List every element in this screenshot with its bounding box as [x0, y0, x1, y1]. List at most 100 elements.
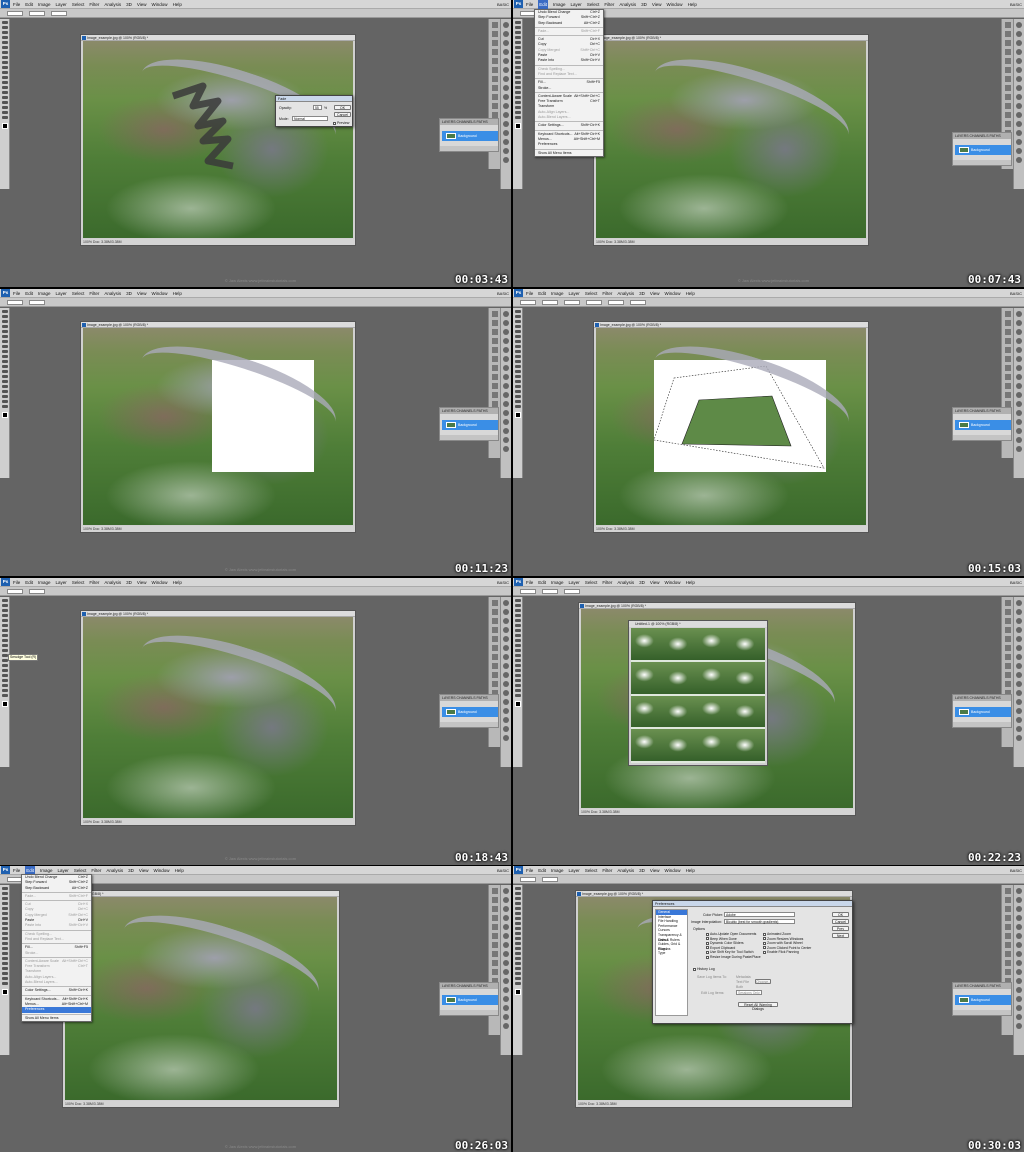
canvas-image[interactable] [65, 897, 337, 1100]
menu-analysis[interactable]: Analysis [106, 866, 123, 875]
choose-button[interactable]: Choose... [755, 979, 771, 984]
menu-3d[interactable]: 3D [126, 578, 132, 587]
menu-file[interactable]: File [13, 289, 20, 298]
menu-window[interactable]: Window [154, 866, 170, 875]
canvas-image[interactable] [83, 617, 353, 818]
foreground-color-swatch[interactable] [2, 412, 8, 418]
option-checkbox[interactable]: Resize Image During Paste/Place [706, 955, 761, 960]
option-field[interactable] [520, 589, 536, 595]
menu-analysis[interactable]: Analysis [617, 289, 634, 298]
canvas-image[interactable] [596, 41, 866, 238]
menu-select[interactable]: Select [585, 866, 598, 875]
workspace-switcher[interactable]: BASIC [497, 578, 509, 587]
menu-window[interactable]: Window [665, 866, 681, 875]
layer-row[interactable]: Background [442, 707, 498, 717]
menu-filter[interactable]: Filter [89, 289, 99, 298]
layer-row[interactable]: Background [955, 995, 1011, 1005]
foreground-color-swatch[interactable] [2, 701, 8, 707]
menu-help[interactable]: Help [686, 289, 695, 298]
menu-image[interactable]: Image [551, 289, 564, 298]
canvas-image[interactable] [596, 328, 866, 525]
menu-analysis[interactable]: Analysis [619, 0, 636, 9]
menu-image[interactable]: Image [38, 0, 51, 9]
layers-panel-tabs[interactable]: LAYERS CHANNELS PATHS [953, 408, 1011, 414]
menu-select[interactable]: Select [585, 578, 598, 587]
transform-bounding-box[interactable] [654, 360, 826, 472]
menu-analysis[interactable]: Analysis [104, 0, 121, 9]
menu-3d[interactable]: 3D [126, 289, 132, 298]
option-checkbox[interactable]: Enable Flick Panning [763, 950, 811, 955]
menu-file[interactable]: File [13, 866, 20, 875]
layer-row[interactable]: Background [442, 995, 498, 1005]
workspace-switcher[interactable]: BASIC [1010, 866, 1022, 875]
menu-edit[interactable]: Edit [538, 578, 546, 587]
edit-log-select[interactable]: Sessions Only [736, 990, 762, 995]
menu-filter[interactable]: Filter [602, 289, 612, 298]
interpolation-select[interactable]: Bicubic (best for smooth gradients) [724, 919, 795, 924]
menu-view[interactable]: View [650, 289, 660, 298]
workspace-switcher[interactable]: BASIC [497, 866, 509, 875]
foreground-color-swatch[interactable] [2, 989, 8, 995]
menu-filter[interactable]: Filter [89, 0, 99, 9]
option-field[interactable] [51, 11, 67, 17]
menu-3d[interactable]: 3D [641, 0, 647, 9]
layer-row[interactable]: Background [955, 145, 1011, 155]
menu-edit[interactable]: Edit [25, 0, 33, 9]
menu-filter[interactable]: Filter [91, 866, 101, 875]
layer-row[interactable]: Background [442, 420, 498, 430]
menu-3d[interactable]: 3D [639, 289, 645, 298]
layers-panel-tabs[interactable]: LAYERS CHANNELS PATHS [440, 408, 498, 414]
option-field[interactable] [7, 589, 23, 595]
layers-panel-tabs[interactable]: LAYERS CHANNELS PATHS [953, 695, 1011, 701]
menu-select[interactable]: Select [587, 0, 600, 9]
menu-view[interactable]: View [652, 0, 662, 9]
menu-window[interactable]: Window [665, 289, 681, 298]
menu-help[interactable]: Help [173, 578, 182, 587]
menu-image[interactable]: Image [38, 578, 51, 587]
menu-view[interactable]: View [139, 866, 149, 875]
menu-item[interactable]: Show All Menu Items [535, 151, 603, 156]
preview-checkbox[interactable]: Preview [333, 121, 349, 125]
reset-warnings-button[interactable]: Reset All Warning Dialogs [738, 1002, 778, 1011]
layers-panel-tabs[interactable]: LAYERS CHANNELS PATHS [440, 695, 498, 701]
canvas-image[interactable] [83, 328, 353, 525]
menu-edit[interactable]: Edit [538, 289, 546, 298]
option-field[interactable] [520, 300, 536, 306]
option-field[interactable] [542, 589, 558, 595]
color-picker-select[interactable]: Adobe [724, 912, 795, 917]
untitled-document-tab[interactable]: Untitled-1 @ 100% (RGB/8) * [629, 621, 767, 627]
menu-help[interactable]: Help [688, 0, 697, 9]
menu-analysis[interactable]: Analysis [104, 289, 121, 298]
menu-analysis[interactable]: Analysis [104, 578, 121, 587]
option-field[interactable] [520, 877, 536, 883]
next-button[interactable]: Next [832, 933, 849, 938]
menu-select[interactable]: Select [72, 289, 85, 298]
menu-select[interactable]: Select [72, 578, 85, 587]
menu-3d[interactable]: 3D [639, 578, 645, 587]
menu-item[interactable]: Show All Menu Items [22, 1016, 91, 1021]
prefs-section-type[interactable]: Type [656, 951, 687, 956]
menu-file[interactable]: File [526, 578, 533, 587]
foreground-color-swatch[interactable] [515, 989, 521, 995]
menu-3d[interactable]: 3D [639, 866, 645, 875]
both-radio[interactable]: Both [736, 985, 743, 989]
workspace-switcher[interactable]: BASIC [1010, 289, 1022, 298]
opacity-input[interactable]: 55 [313, 105, 322, 110]
menu-window[interactable]: Window [152, 0, 168, 9]
menu-help[interactable]: Help [173, 289, 182, 298]
menu-help[interactable]: Help [686, 866, 695, 875]
menu-image[interactable]: Image [551, 866, 564, 875]
ok-button[interactable]: OK [334, 105, 351, 110]
cancel-button[interactable]: Cancel [832, 919, 849, 924]
menu-help[interactable]: Help [686, 578, 695, 587]
menu-view[interactable]: View [137, 289, 147, 298]
menu-window[interactable]: Window [665, 578, 681, 587]
menu-layer[interactable]: Layer [569, 578, 580, 587]
foreground-color-swatch[interactable] [515, 701, 521, 707]
option-field[interactable] [29, 300, 45, 306]
menu-edit[interactable]: Edit [25, 578, 33, 587]
menu-file[interactable]: File [526, 289, 533, 298]
menu-window[interactable]: Window [152, 578, 168, 587]
option-field[interactable] [7, 11, 23, 17]
foreground-color-swatch[interactable] [515, 123, 521, 129]
